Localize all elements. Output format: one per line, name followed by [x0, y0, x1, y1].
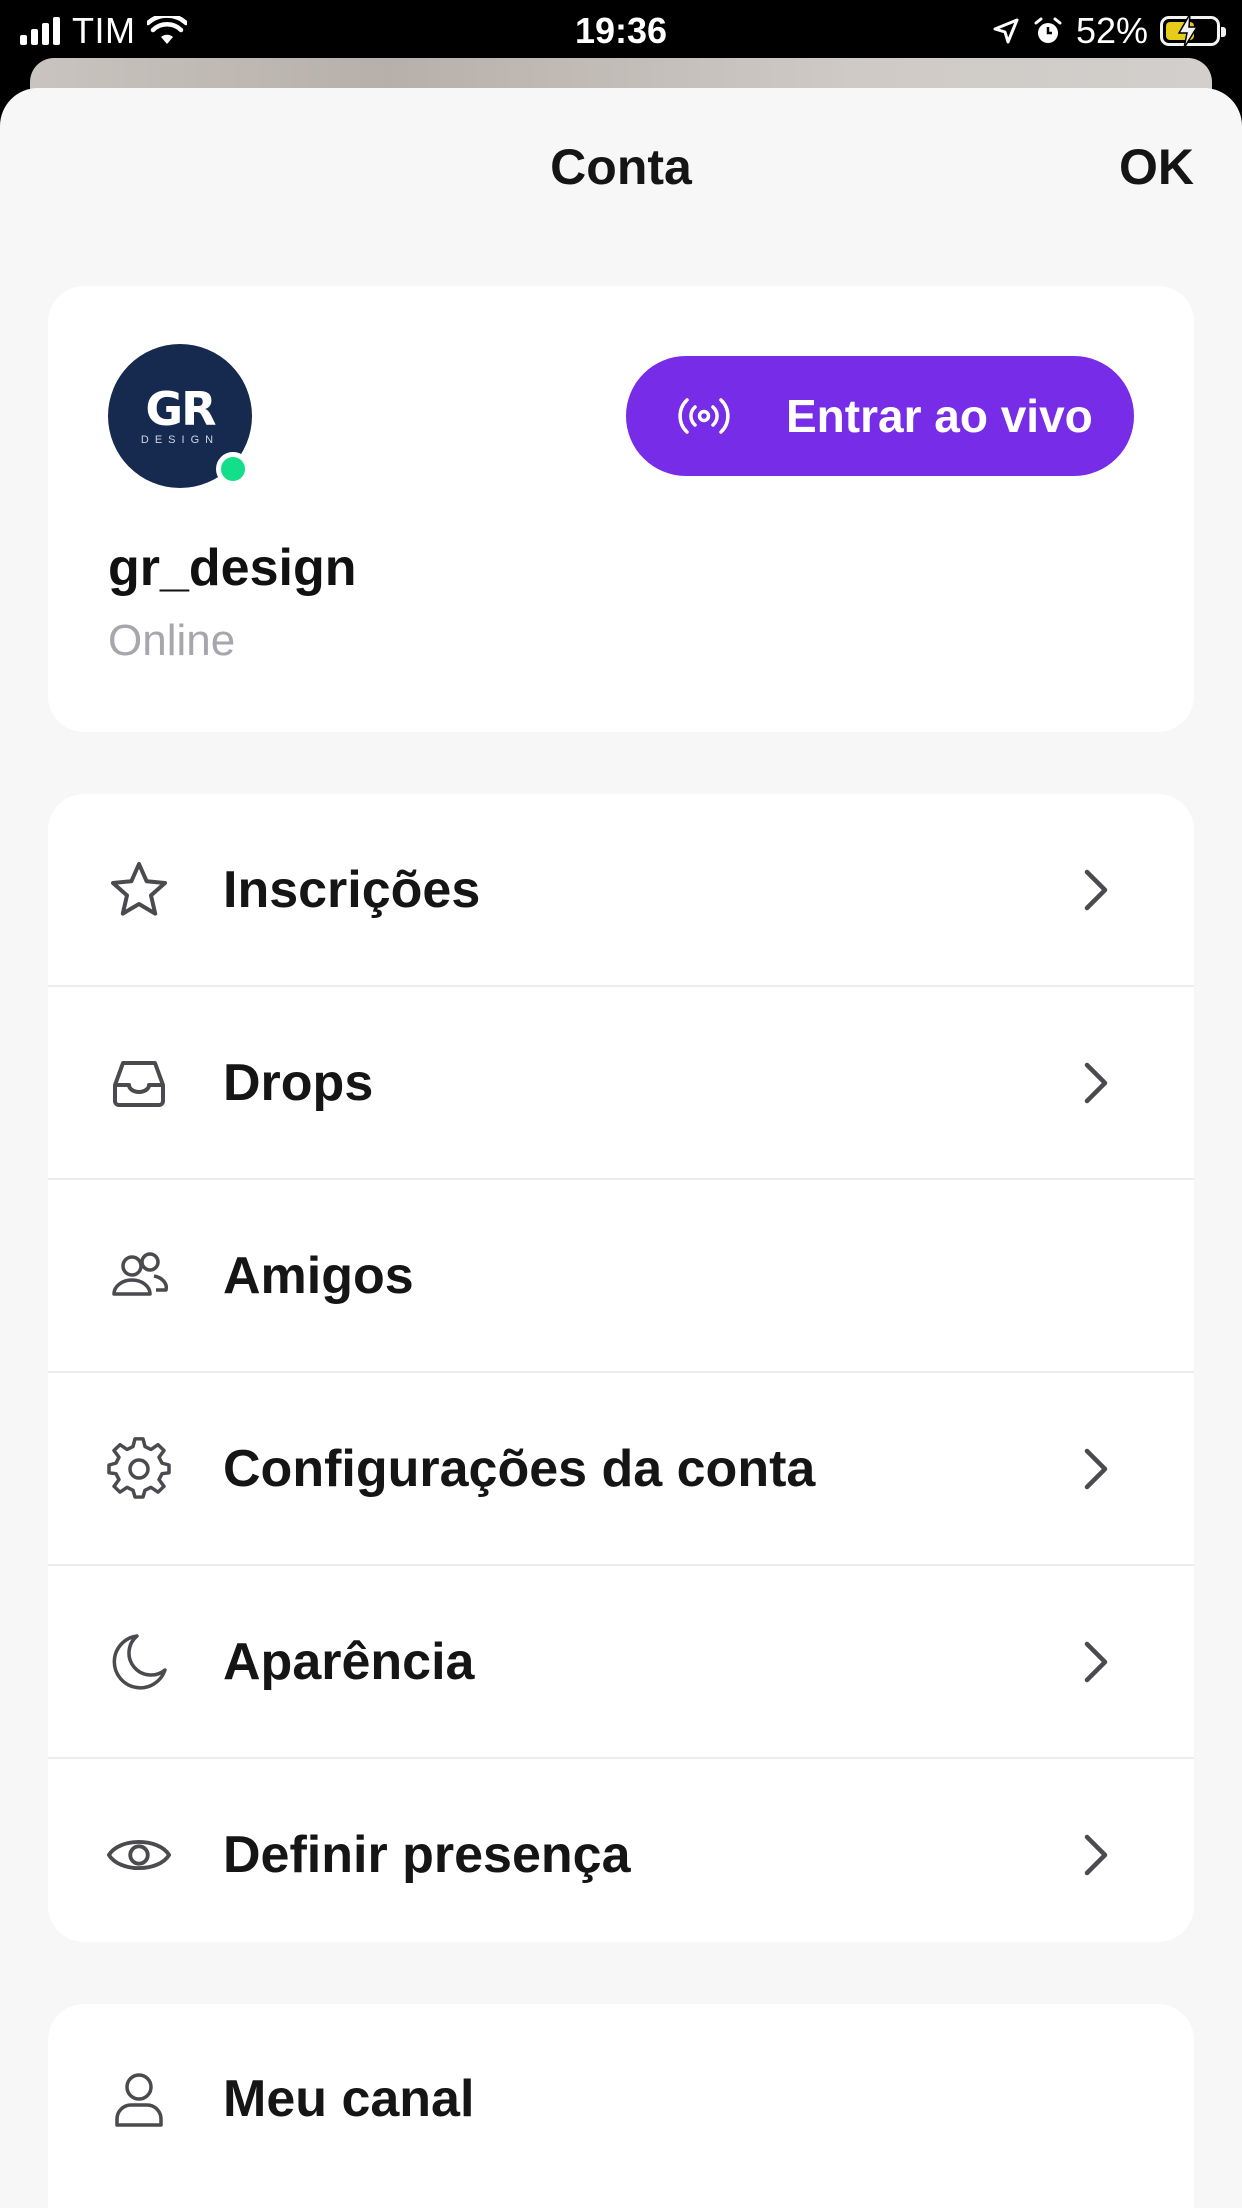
chevron-right-icon [1076, 1825, 1116, 1885]
menu-card: Inscrições Drops Amigos Configurações da… [48, 794, 1194, 1942]
inbox-icon [106, 1050, 172, 1116]
menu-item-configuracoes[interactable]: Configurações da conta [48, 1373, 1194, 1566]
channel-card: Meu canal [48, 2004, 1194, 2208]
menu-item-amigos[interactable]: Amigos [48, 1180, 1194, 1373]
broadcast-icon [674, 386, 734, 446]
gear-icon [106, 1436, 172, 1502]
menu-item-label: Meu canal [223, 2070, 475, 2128]
menu-item-label: Drops [223, 1053, 374, 1112]
avatar-subtext: DESIGN [140, 434, 220, 446]
status-bar: TIM 19:36 52% [0, 0, 1242, 62]
username: gr_design [108, 539, 357, 597]
go-live-button[interactable]: Entrar ao vivo [626, 356, 1134, 476]
friends-icon [106, 1243, 172, 1309]
battery-percent: 52% [1075, 10, 1148, 51]
alarm-icon [1034, 17, 1062, 43]
menu-item-aparencia[interactable]: Aparência [48, 1566, 1194, 1759]
chevron-right-icon [1076, 860, 1116, 920]
menu-item-drops[interactable]: Drops [48, 987, 1194, 1180]
sheet-header: Conta OK [0, 88, 1242, 248]
star-icon [106, 857, 172, 923]
page-title: Conta [550, 139, 692, 195]
menu-item-label: Amigos [223, 1246, 414, 1305]
account-sheet: Conta OK GR DESIGN Entrar ao vivo gr_des… [0, 88, 1242, 2208]
menu-item-inscricoes[interactable]: Inscrições [48, 794, 1194, 987]
chevron-right-icon [1076, 1439, 1116, 1499]
menu-item-label: Inscrições [223, 860, 481, 919]
location-arrow-icon [993, 18, 1019, 44]
menu-item-label: Aparência [223, 1632, 475, 1691]
status-bar-right: 52% [992, 8, 1226, 54]
go-live-label: Entrar ao vivo [786, 390, 1093, 442]
menu-item-label: Configurações da conta [223, 1439, 816, 1498]
chevron-right-icon [1076, 1632, 1116, 1692]
ok-button[interactable]: OK [1119, 138, 1194, 196]
chevron-right-icon [1076, 1053, 1116, 1113]
moon-icon [106, 1629, 172, 1695]
eye-icon [106, 1822, 172, 1888]
user-icon [106, 2066, 172, 2132]
menu-item-label: Definir presença [223, 1825, 631, 1884]
menu-item-meu-canal[interactable]: Meu canal [48, 2004, 1194, 2194]
battery-charging-icon [1160, 14, 1226, 48]
presence-status: Online [108, 616, 236, 665]
online-status-dot [216, 452, 250, 486]
profile-card: GR DESIGN Entrar ao vivo gr_design Onlin… [48, 286, 1194, 732]
avatar-monogram: GR [145, 382, 216, 436]
menu-item-definir-presenca[interactable]: Definir presença [48, 1759, 1194, 1942]
